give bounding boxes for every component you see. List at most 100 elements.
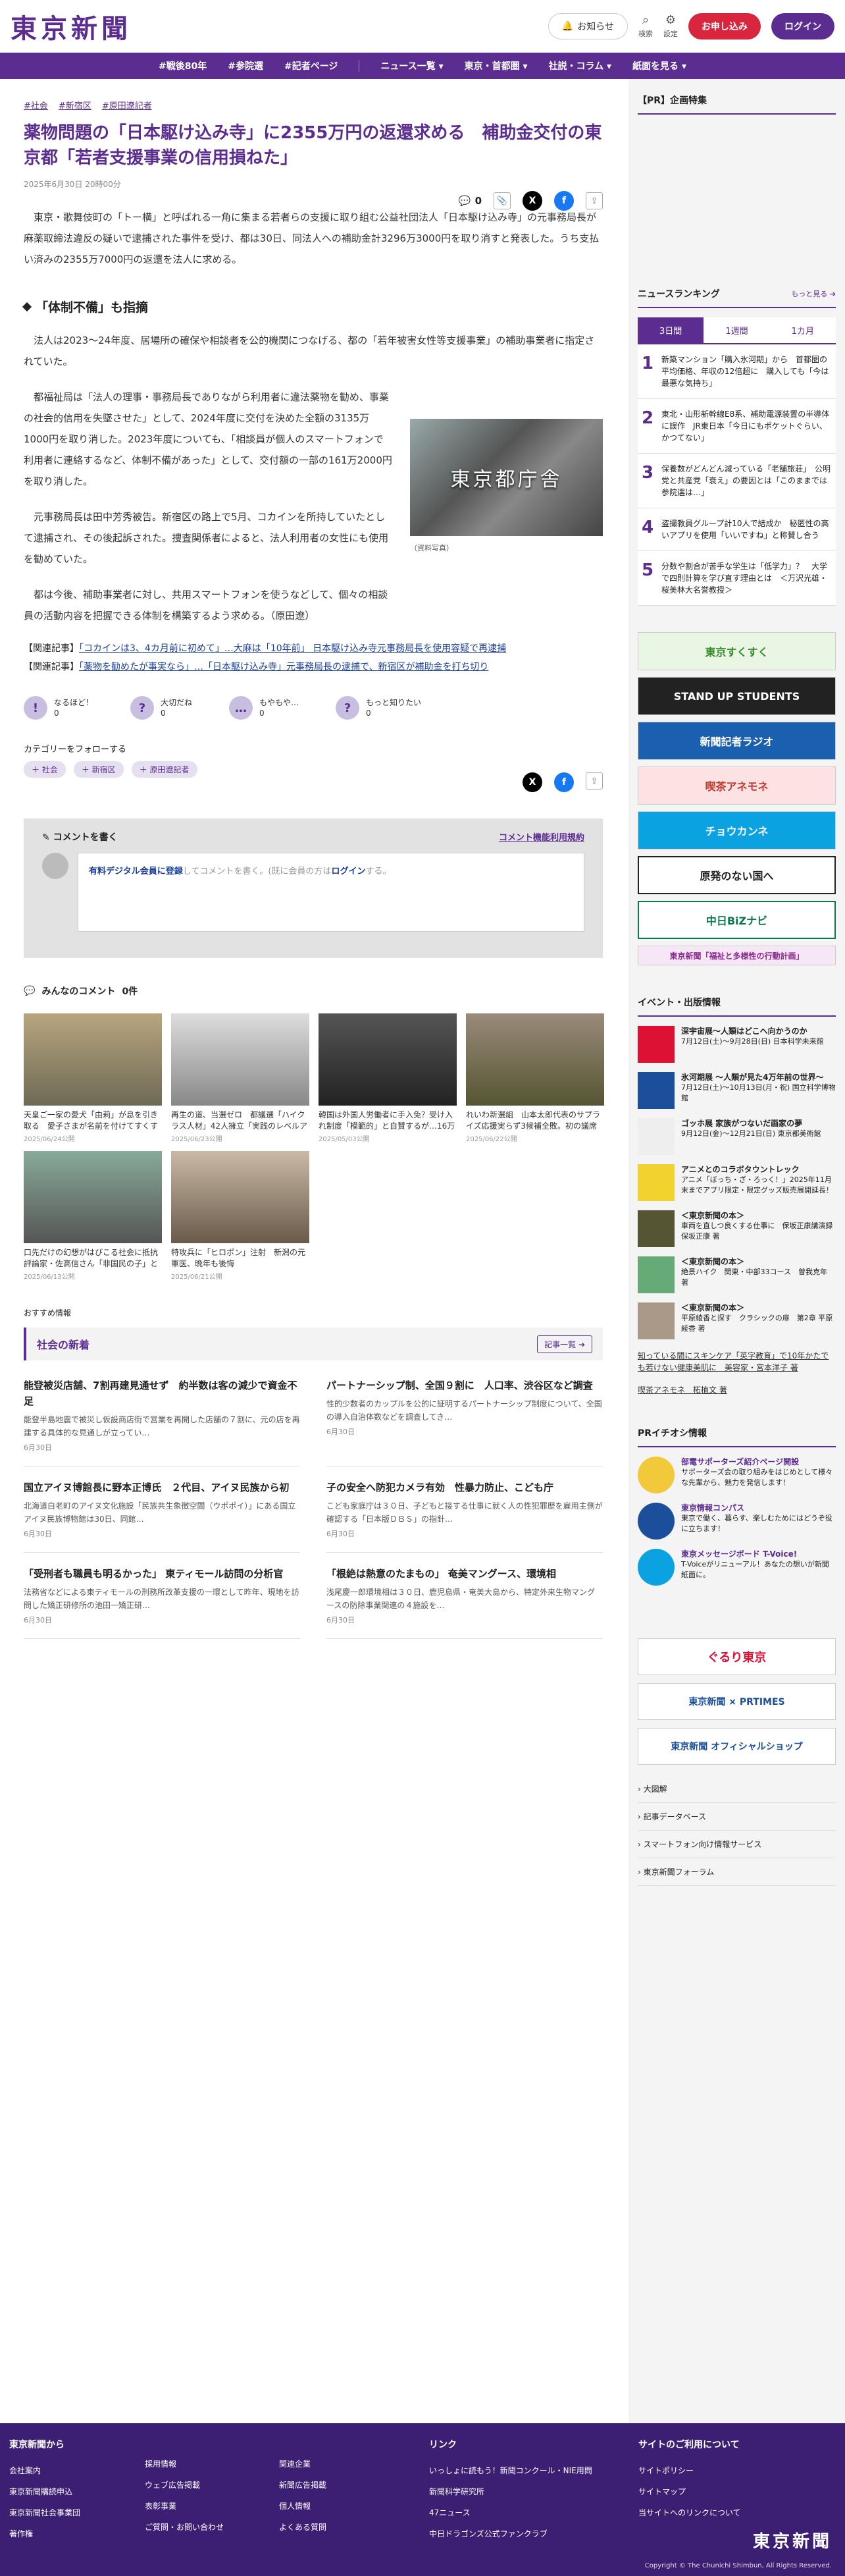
event-item[interactable]: 氷河期展 〜人類が見た4万年前の世界〜 7月12日(土)〜10月13日(月・祝) … <box>638 1072 836 1109</box>
event-item[interactable]: ＜東京新聞の本＞ 絶景ハイク 関東・中部33コース 曽我克年 著 <box>638 1256 836 1293</box>
tag-link[interactable]: #社会 <box>24 99 48 111</box>
footer-link[interactable]: 新聞科学研究所 <box>429 2481 592 2502</box>
share-icon[interactable]: ⇪ <box>586 192 603 209</box>
settings-button[interactable]: ⚙ 設定 <box>663 13 678 39</box>
login-link[interactable]: ログイン <box>331 867 365 876</box>
banner-shop[interactable]: 東京新聞 オフィシャルショップ <box>638 1728 836 1765</box>
nav-item-reporters[interactable]: #記者ページ <box>284 59 338 72</box>
news-item[interactable]: 「受刑者も職員も明るかった」 東ティモール訪問の分析官 法務省などによる東ティモー… <box>24 1553 300 1639</box>
banner-welfare[interactable]: 東京新聞「福祉と多様性の行動計画」 <box>638 946 836 965</box>
reaction-moyamoya[interactable]: … もやもや… 0 <box>229 696 299 720</box>
related-link[interactable]: 「薬物を勧めたが事実なら」…「日本駆け込み寺」元事務局長の逮捕で、新宿区が補助金… <box>79 662 488 672</box>
follow-tag-social[interactable]: ＋ 社会 <box>24 761 66 778</box>
sidebar-menu-item[interactable]: › 大図解 <box>638 1775 836 1803</box>
news-item[interactable]: 「根絶は熱意のたまもの」 奄美マングース、環境相 浅尾慶一郎環境相は３０日、鹿児島… <box>326 1553 603 1639</box>
article-card[interactable]: れいわ新選組 山本太郎代表のサプライズ応援実らず3候補全敗。初の議席獲得ならず … <box>466 1013 604 1143</box>
footer-link[interactable]: ウェブ広告掲載 <box>145 2475 224 2496</box>
banner-genpatsu[interactable]: 原発のない国へ <box>638 856 836 894</box>
clip-icon[interactable]: 📎 <box>494 192 511 209</box>
reaction-taisetsu[interactable]: ? 大切だね 0 <box>130 696 192 720</box>
footer-link[interactable]: 表彰事業 <box>145 2496 224 2517</box>
event-item[interactable]: 深宇宙展〜人類はどこへ向かうのか 7月12日(土)〜9月28日(日) 日本科学未来… <box>638 1026 836 1063</box>
banner-prtimes[interactable]: 東京新聞 × PRTIMES <box>638 1683 836 1720</box>
login-button[interactable]: ログイン <box>771 13 834 40</box>
footer-link[interactable]: 新聞広告掲載 <box>279 2475 326 2496</box>
comment-rules-link[interactable]: コメント機能利用規約 <box>499 830 584 844</box>
news-item[interactable]: 子の安全へ防犯カメラ有効 性暴力防止、こども庁 こども家庭庁は３０日、子どもと接す… <box>326 1466 603 1553</box>
x-share-icon[interactable]: X <box>523 772 542 792</box>
article-card[interactable]: 韓国は外国人労働者に手入免？受け入れ制度「模範的」と自賛するが…16万5000人… <box>319 1013 457 1143</box>
footer-link[interactable]: サイトポリシー <box>638 2460 741 2481</box>
pr-item[interactable]: 部電サポーターズ紹介ページ開設 サポーターズ会の取り組みをはじめとして様々な先輩か… <box>638 1457 836 1493</box>
reaction-motto[interactable]: ? もっと知りたい 0 <box>336 696 421 720</box>
banner-radio[interactable]: 新聞記者ラジオ <box>638 722 836 760</box>
nav-item-postwar80[interactable]: #戦後80年 <box>159 59 207 72</box>
footer-link[interactable]: ご質問・お問い合わせ <box>145 2517 224 2538</box>
x-share-icon[interactable]: X <box>523 191 542 211</box>
ranking-item[interactable]: 1 新築マンション「購入氷河期」から 首都圏の平均価格、年収の12倍超に 購入して… <box>638 344 836 399</box>
share-icon[interactable]: ⇪ <box>586 772 603 790</box>
notice-button[interactable]: 🔔 お知らせ <box>548 13 628 40</box>
footer-link[interactable]: 47ニュース <box>429 2502 592 2523</box>
sidebar-link[interactable]: 知っている間にスキンケア「英字教育」で10年かたでも若けない健康美肌に 美容家・… <box>638 1350 836 1374</box>
article-card[interactable]: 再生の道、当選ゼロ 都議選「ハイクラス人材」42人擁立「実践のレベルアップ手塚な… <box>171 1013 309 1143</box>
footer-link[interactable]: 採用情報 <box>145 2454 224 2475</box>
comment-input[interactable]: 有料デジタル会員に登録してコメントを書く。(既に会員の方はログインする。 <box>78 853 584 932</box>
register-link[interactable]: 有料デジタル会員に登録 <box>89 867 183 876</box>
banner-standup[interactable]: STAND UP STUDENTS <box>638 677 836 715</box>
search-button[interactable]: ⌕ 検索 <box>638 13 653 39</box>
footer-link[interactable]: 著作権 <box>9 2523 80 2544</box>
pr-item[interactable]: 東京情報コンパス 東京で働く、暮らす、楽しむためにはどうぞ役に立ちます！ <box>638 1503 836 1540</box>
article-card[interactable]: 特攻兵に「ヒロポン」注射 新潟の元軍医、晩年も後悔 2025/06/21公開 <box>171 1151 309 1281</box>
footer-link[interactable]: いっしょに読もう！新聞コンクール・NIE用問 <box>429 2460 592 2481</box>
footer-link[interactable]: よくある質問 <box>279 2517 326 2538</box>
follow-tag-reporter[interactable]: ＋ 原田遼記者 <box>131 761 197 778</box>
article-photo[interactable]: 東京都庁舎 <box>410 419 603 536</box>
tag-link[interactable]: #原田遼記者 <box>102 99 152 111</box>
banner-gururi[interactable]: ぐるり東京 <box>638 1638 836 1675</box>
ranking-more-link[interactable]: もっと見る ➔ <box>791 288 836 299</box>
event-item[interactable]: ＜東京新聞の本＞ 平原綾香と探す クラシックの扉 第2章 平原綾香 著 <box>638 1302 836 1339</box>
site-logo[interactable]: 東京新聞 <box>11 7 132 45</box>
news-item[interactable]: 能登被災店舗、7割再建見通せず 約半数は客の減少で資金不足 能登半島地震で被災し仮… <box>24 1364 300 1466</box>
footer-link[interactable]: 当サイトへのリンクについて <box>638 2502 741 2523</box>
footer-link[interactable]: 中日ドラゴンズ公式ファンクラブ <box>429 2523 592 2544</box>
facebook-share-icon[interactable]: f <box>554 191 574 211</box>
event-item[interactable]: ＜東京新聞の本＞ 車両を直しつ良くする仕事に 保坂正康講演録 保坂正康 著 <box>638 1210 840 1247</box>
footer-link[interactable]: 個人情報 <box>279 2496 326 2517</box>
footer-link[interactable]: サイトマップ <box>638 2481 741 2502</box>
nav-item-editorial[interactable]: 社説・コラム ▾ <box>549 59 612 72</box>
footer-link[interactable]: 会社案内 <box>9 2460 80 2481</box>
nav-item-tokyo[interactable]: 東京・首都圏 ▾ <box>465 59 528 72</box>
event-item[interactable]: ゴッホ展 家族がつないだ画家の夢 9月12日(金)〜12月21日(日) 東京都美術… <box>638 1118 836 1155</box>
news-item[interactable]: パートナーシップ制、全国９割に 人口率、渋谷区など調査 性的少数者のカップルを公的… <box>326 1364 603 1466</box>
tab-1week[interactable]: 1週間 <box>704 317 770 343</box>
banner-anemone[interactable]: 喫茶アネモネ <box>638 766 836 805</box>
sidebar-menu-item[interactable]: › 記事データベース <box>638 1803 836 1831</box>
footer-link[interactable]: 東京新聞購読申込 <box>9 2481 80 2502</box>
article-list-button[interactable]: 記事一覧 ➔ <box>537 1335 592 1353</box>
nav-item-paper[interactable]: 紙面を見る ▾ <box>632 59 686 72</box>
sidebar-menu-item[interactable]: › 東京新聞フォーラム <box>638 1858 836 1886</box>
footer-logo[interactable]: 東京新聞 <box>753 2528 832 2552</box>
reaction-naruhodo[interactable]: ! なるほど！ 0 <box>24 696 93 720</box>
follow-tag-shinjuku[interactable]: ＋ 新宿区 <box>73 761 124 778</box>
news-item[interactable]: 国立アイヌ博館長に野本正博氏 ２代目、アイヌ民族から初 北海道白老町のアイヌ文化施… <box>24 1466 300 1553</box>
ranking-item[interactable]: 2 東北・山形新幹線E8系、補助電源装置の半導体に誤作 JR東日本「今日にもポケッ… <box>638 399 836 454</box>
comment-count-button[interactable]: 💬 0 <box>459 195 482 207</box>
banner-chokane[interactable]: チョウカンネ <box>638 811 836 849</box>
related-link[interactable]: 「コカインは3、4カ月前に初めて」…大麻は「10年前」 日本駆け込み寺元事務局長… <box>79 643 506 654</box>
event-item[interactable]: アニメとのコラボタウントレック アニメ「ぼっち・ざ・ろっく！」2025年11月末ま… <box>638 1164 836 1201</box>
sidebar-menu-item[interactable]: › スマートフォン向け情報サービス <box>638 1831 836 1858</box>
tab-1month[interactable]: 1カ月 <box>769 317 836 343</box>
banner-bizenavi[interactable]: 中日BiZナビ <box>638 901 836 939</box>
ranking-item[interactable]: 5 分数や割合が苦手な学生は「低学力」？ 大学で四則計算を学び直す理由とは ＜万沢… <box>638 551 836 606</box>
banner-sukusuku[interactable]: 東京すくすく <box>638 632 836 670</box>
register-button[interactable]: お申し込み <box>688 13 761 40</box>
footer-link[interactable]: 関連企業 <box>279 2454 326 2475</box>
ranking-item[interactable]: 3 保養数がどんどん減っている「老舗旅荘」 公明党と共産党「衰え」の要因とは「この… <box>638 454 836 508</box>
article-card[interactable]: 口先だけの幻想がはびこる社会に抵抗 評論家・佐高信さん「非国民の子」として 利益… <box>24 1151 162 1281</box>
tab-3days[interactable]: 3日間 <box>638 317 704 343</box>
ranking-item[interactable]: 4 盗撮教員グループ計10人で結成か 秘匿性の高いアプリを使用「いいですね」と称賛… <box>638 508 836 551</box>
nav-item-election[interactable]: #参院選 <box>228 59 263 72</box>
